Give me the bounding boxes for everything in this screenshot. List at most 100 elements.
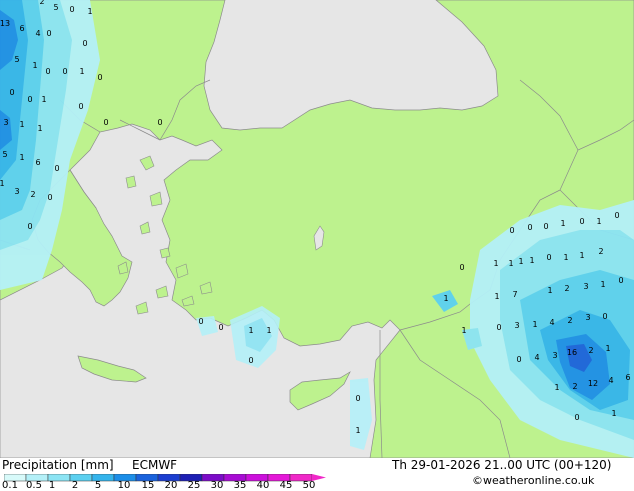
precip-value: 1 [37,124,42,133]
precip-value: 13 [0,19,10,28]
precip-value: 1 [41,95,46,104]
legend-tick: 2 [71,480,79,491]
precip-value: 1 [266,326,271,335]
precip-value: 0 [509,226,514,235]
precip-value: 0 [516,355,521,364]
precip-value: 0 [355,394,360,403]
precip-value: 0 [47,193,52,202]
legend-tick: 45 [279,480,293,491]
precip-value: 0 [78,102,83,111]
precip-value: 6 [625,373,630,382]
precip-value: 2 [30,190,35,199]
precip-value: 1 [443,294,448,303]
precip-value: 6 [35,158,40,167]
precip-value: 0 [614,211,619,220]
precip-value: 0 [46,29,51,38]
precip-value: 0 [496,323,501,332]
precip-value: 0 [27,95,32,104]
precip-value: 7 [512,290,517,299]
precip-value: 1 [547,286,552,295]
precip-value: 4 [608,376,613,385]
precip-value: 0 [248,356,253,365]
precip-value: 2 [572,382,577,391]
precip-value: 3 [14,187,19,196]
legend-tick: 15 [141,480,155,491]
footer-credit: ©weatheronline.co.uk [472,474,595,487]
legend-tick: 30 [210,480,224,491]
precip-value: 1 [508,259,513,268]
precip-value: 3 [3,118,8,127]
precip-value: 3 [585,313,590,322]
precip-value: 1 [32,61,37,70]
precip-value: 1 [518,257,523,266]
precip-value: 0 [198,317,203,326]
precip-value: 3 [514,321,519,330]
precip-value: 1 [494,292,499,301]
precip-value: 1 [19,153,24,162]
precip-value: 1 [596,217,601,226]
legend-tick: 40 [256,480,270,491]
legend-tick: 10 [117,480,131,491]
precip-value: 0 [45,67,50,76]
precip-value: 1 [493,259,498,268]
precip-value: 3 [583,282,588,291]
precip-value: 5 [2,150,7,159]
precip-value: 0 [459,263,464,272]
precip-value: 0 [602,312,607,321]
precip-value: 2 [567,316,572,325]
legend-tick: 0.1 [2,480,18,491]
legend-tick: 5 [94,480,102,491]
precip-value: 0 [527,223,532,232]
precipitation-map: 1364 025 0 10510 0 1000 103 1 10 05 1603 2 0100 1 1 10 0… [0,0,634,458]
precip-value: 2 [564,284,569,293]
footer-model: ECMWF [132,458,178,472]
precip-value: 0 [97,73,102,82]
precip-value: 1 [611,409,616,418]
precip-value: 0 [27,222,32,231]
precip-value: 0 [157,118,162,127]
precip-value: 1 [248,326,253,335]
precip-value: 1 [532,320,537,329]
footer: Precipitation [mm] ECMWF Th 29-01-2026 2… [0,458,634,491]
precip-value: 2 [598,247,603,256]
precip-value: 1 [529,256,534,265]
precip-value: 5 [53,3,58,12]
legend-tick: 20 [164,480,178,491]
precip-value: 0 [62,67,67,76]
precip-value: 0 [543,222,548,231]
precip-value: 1 [605,344,610,353]
precip-value: 5 [14,55,19,64]
precip-value: 1 [355,426,360,435]
precip-value: 0 [574,413,579,422]
precip-value: 16 [567,348,577,357]
precip-value: 3 [552,351,557,360]
footer-title: Precipitation [mm] [2,458,114,472]
precip-value: 0 [103,118,108,127]
precip-value: 0 [69,5,74,14]
legend-tick: 35 [233,480,247,491]
precip-value: 2 [588,346,593,355]
legend-tick: 0.5 [26,480,42,491]
precip-value: 1 [79,67,84,76]
precip-value: 0 [9,88,14,97]
precip-value: 1 [600,280,605,289]
precip-value: 4 [549,318,554,327]
precip-value: 0 [218,323,223,332]
precip-value: 4 [35,29,40,38]
precip-value: 2 [39,0,44,6]
precip-value: 0 [618,276,623,285]
precip-value: 1 [19,120,24,129]
precip-value: 4 [534,353,539,362]
precip-value: 1 [554,383,559,392]
precip-value: 12 [588,379,598,388]
precip-value: 1 [461,326,466,335]
legend-tick: 25 [187,480,201,491]
legend-tick: 1 [48,480,56,491]
precip-value: 6 [19,24,24,33]
precip-value: 0 [546,253,551,262]
precip-value: 1 [563,253,568,262]
precip-value: 0 [82,39,87,48]
precip-value: 0 [54,164,59,173]
precip-value: 1 [560,219,565,228]
precip-value: 1 [0,179,5,188]
